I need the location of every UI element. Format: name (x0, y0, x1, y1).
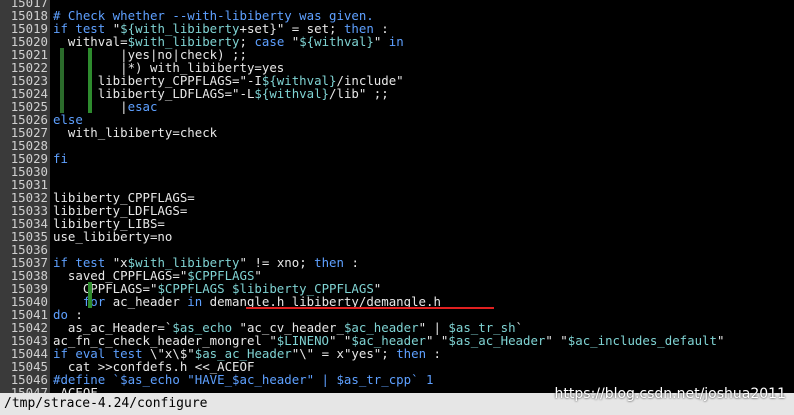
code-text: fi (53, 151, 68, 166)
watermark: https://blog.csdn.net/joshua2011 (554, 386, 786, 402)
indent-guide (88, 87, 92, 100)
indent-guide (60, 48, 64, 61)
code-editor[interactable]: 15017 15018 # Check whether --with-libiber… (0, 0, 794, 393)
indent-guide (88, 61, 92, 74)
code-line[interactable]: 15027 with_libiberty=check (0, 126, 794, 139)
code-text: #define `$as_echo "HAVE_$ac_header" | $a… (53, 372, 434, 387)
red-underline-annotation (246, 307, 494, 309)
code-line[interactable]: 15035 use_libiberty=no (0, 230, 794, 243)
code-line[interactable]: 15046 #define `$as_echo "HAVE_$ac_header"… (0, 373, 794, 386)
indent-guide (60, 74, 64, 87)
indent-guide (88, 48, 92, 61)
code-text: _ACEOF (53, 385, 98, 393)
code-line[interactable]: 15028 (0, 139, 794, 152)
indent-guide (88, 282, 92, 295)
file-path: /tmp/strace-4.24/configure (4, 396, 208, 411)
indent-guide (60, 100, 64, 113)
indent-guide (88, 100, 92, 113)
code-line[interactable]: 15025 |esac (0, 100, 794, 113)
line-number: 15047 (0, 386, 50, 393)
indent-guide (88, 74, 92, 87)
code-line[interactable]: 15029 fi (0, 152, 794, 165)
indent-guide (60, 87, 64, 100)
indent-guide (60, 61, 64, 74)
indent-guide (88, 295, 92, 308)
code-text: with_libiberty=check (53, 125, 218, 140)
code-text: use_libiberty=no (53, 229, 173, 244)
code-line[interactable]: 15030 (0, 165, 794, 178)
